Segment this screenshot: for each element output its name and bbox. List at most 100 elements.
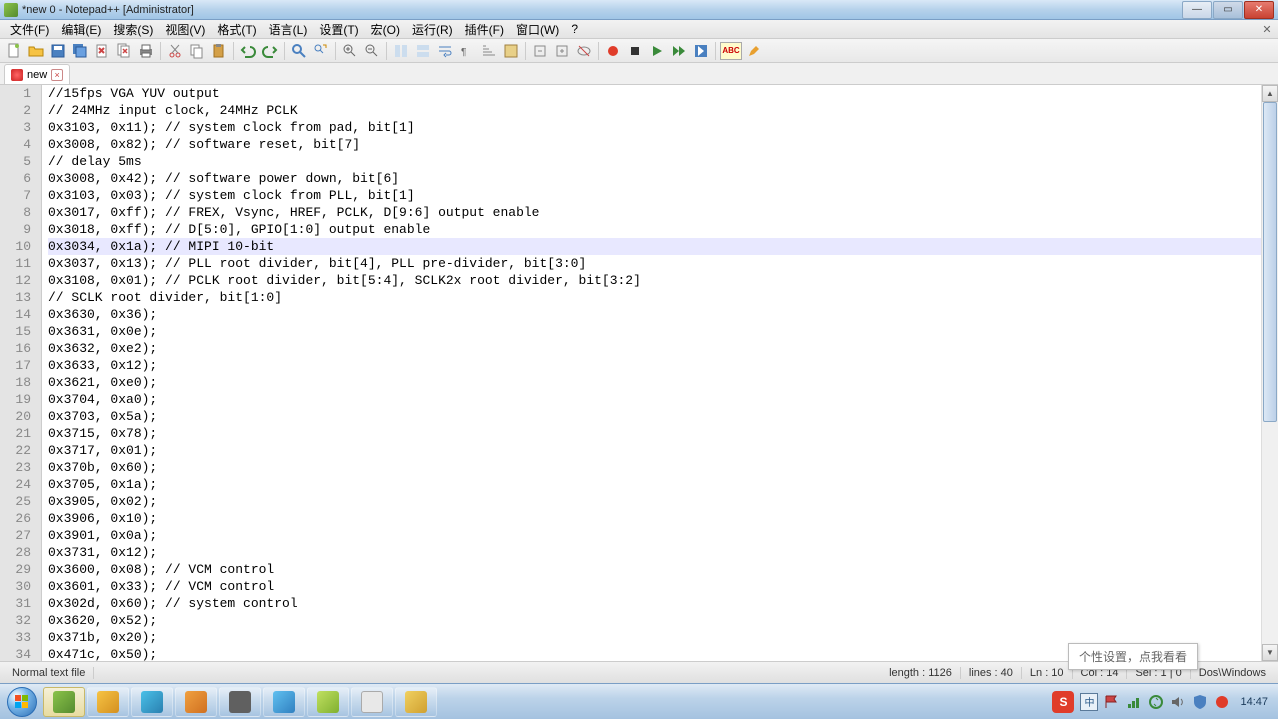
menu-edit[interactable]: 编辑(E) bbox=[55, 20, 107, 39]
code-line[interactable]: 0x3731, 0x12); bbox=[48, 544, 1261, 561]
code-line[interactable]: 0x3901, 0x0a); bbox=[48, 527, 1261, 544]
tray-sync-icon[interactable] bbox=[1148, 694, 1164, 710]
print-button[interactable] bbox=[136, 41, 156, 61]
save-macro-button[interactable] bbox=[691, 41, 711, 61]
record-button[interactable] bbox=[603, 41, 623, 61]
indent-guide-button[interactable] bbox=[479, 41, 499, 61]
code-line[interactable]: 0x3621, 0xe0); bbox=[48, 374, 1261, 391]
menu-view[interactable]: 视图(V) bbox=[159, 20, 211, 39]
menu-settings[interactable]: 设置(T) bbox=[313, 20, 364, 39]
spellcheck-button[interactable]: ABC bbox=[720, 42, 742, 60]
menu-run[interactable]: 运行(R) bbox=[406, 20, 459, 39]
stop-button[interactable] bbox=[625, 41, 645, 61]
redo-button[interactable] bbox=[260, 41, 280, 61]
code-line[interactable]: 0x3631, 0x0e); bbox=[48, 323, 1261, 340]
show-all-chars-button[interactable]: ¶ bbox=[457, 41, 477, 61]
code-line[interactable]: 0x302d, 0x60); // system control bbox=[48, 595, 1261, 612]
play-button[interactable] bbox=[647, 41, 667, 61]
code-line[interactable]: 0x3103, 0x11); // system clock from pad,… bbox=[48, 119, 1261, 136]
code-area[interactable]: //15fps VGA YUV output// 24MHz input clo… bbox=[42, 85, 1261, 661]
zoom-in-button[interactable] bbox=[340, 41, 360, 61]
sync-v-button[interactable] bbox=[391, 41, 411, 61]
paste-button[interactable] bbox=[209, 41, 229, 61]
tab-new[interactable]: new × bbox=[4, 64, 70, 84]
menu-macro[interactable]: 宏(O) bbox=[365, 20, 406, 39]
maximize-button[interactable]: ▭ bbox=[1213, 1, 1243, 19]
code-line[interactable]: 0x3630, 0x36); bbox=[48, 306, 1261, 323]
tray-volume-icon[interactable] bbox=[1170, 694, 1186, 710]
task-notepadpp[interactable] bbox=[43, 687, 85, 717]
close-button[interactable]: ✕ bbox=[1244, 1, 1274, 19]
minimize-button[interactable]: — bbox=[1182, 1, 1212, 19]
code-line[interactable]: 0x3103, 0x03); // system clock from PLL,… bbox=[48, 187, 1261, 204]
settings-tooltip[interactable]: 个性设置，点我看看 bbox=[1068, 643, 1198, 670]
code-line[interactable]: 0x3715, 0x78); bbox=[48, 425, 1261, 442]
tray-network-icon[interactable] bbox=[1126, 694, 1142, 710]
code-line[interactable]: 0x3017, 0xff); // FREX, Vsync, HREF, PCL… bbox=[48, 204, 1261, 221]
task-app-2[interactable] bbox=[175, 687, 217, 717]
close-all-button[interactable] bbox=[114, 41, 134, 61]
code-line[interactable]: 0x3905, 0x02); bbox=[48, 493, 1261, 510]
start-button[interactable] bbox=[2, 686, 42, 718]
code-line[interactable]: 0x3632, 0xe2); bbox=[48, 340, 1261, 357]
hide-lines-button[interactable] bbox=[574, 41, 594, 61]
menu-help[interactable]: ? bbox=[565, 21, 584, 37]
sync-h-button[interactable] bbox=[413, 41, 433, 61]
word-wrap-button[interactable] bbox=[435, 41, 455, 61]
task-app-7[interactable] bbox=[395, 687, 437, 717]
task-app-3[interactable] bbox=[219, 687, 261, 717]
menu-language[interactable]: 语言(L) bbox=[263, 20, 314, 39]
tray-clock[interactable]: 14:47 bbox=[1236, 696, 1272, 708]
menu-window[interactable]: 窗口(W) bbox=[510, 20, 565, 39]
code-line[interactable]: 0x3018, 0xff); // D[5:0], GPIO[1:0] outp… bbox=[48, 221, 1261, 238]
ime-sogou-icon[interactable]: S bbox=[1052, 691, 1074, 713]
code-line[interactable]: 0x3620, 0x52); bbox=[48, 612, 1261, 629]
code-line[interactable]: 0x3633, 0x12); bbox=[48, 357, 1261, 374]
ime-chinese-icon[interactable]: 中 bbox=[1080, 693, 1098, 711]
code-line[interactable]: 0x3704, 0xa0); bbox=[48, 391, 1261, 408]
cut-button[interactable] bbox=[165, 41, 185, 61]
tray-flag-icon[interactable] bbox=[1104, 694, 1120, 710]
scroll-up-icon[interactable]: ▲ bbox=[1262, 85, 1278, 102]
code-line[interactable]: 0x370b, 0x60); bbox=[48, 459, 1261, 476]
menu-format[interactable]: 格式(T) bbox=[211, 20, 262, 39]
scroll-thumb[interactable] bbox=[1263, 102, 1277, 422]
vertical-scrollbar[interactable]: ▲ ▼ bbox=[1261, 85, 1278, 661]
code-line[interactable]: 0x3034, 0x1a); // MIPI 10-bit bbox=[48, 238, 1261, 255]
open-button[interactable] bbox=[26, 41, 46, 61]
code-line[interactable]: 0x3705, 0x1a); bbox=[48, 476, 1261, 493]
task-app-4[interactable] bbox=[263, 687, 305, 717]
task-explorer[interactable] bbox=[87, 687, 129, 717]
find-button[interactable] bbox=[289, 41, 309, 61]
replace-button[interactable] bbox=[311, 41, 331, 61]
undo-button[interactable] bbox=[238, 41, 258, 61]
code-line[interactable]: // 24MHz input clock, 24MHz PCLK bbox=[48, 102, 1261, 119]
save-all-button[interactable] bbox=[70, 41, 90, 61]
fold-all-button[interactable] bbox=[530, 41, 550, 61]
task-app-5[interactable] bbox=[307, 687, 349, 717]
launch-button[interactable] bbox=[744, 41, 764, 61]
code-line[interactable]: 0x3717, 0x01); bbox=[48, 442, 1261, 459]
code-line[interactable]: 0x3037, 0x13); // PLL root divider, bit[… bbox=[48, 255, 1261, 272]
menu-plugins[interactable]: 插件(F) bbox=[459, 20, 510, 39]
code-line[interactable]: // SCLK root divider, bit[1:0] bbox=[48, 289, 1261, 306]
zoom-out-button[interactable] bbox=[362, 41, 382, 61]
unfold-all-button[interactable] bbox=[552, 41, 572, 61]
menu-file[interactable]: 文件(F) bbox=[4, 20, 55, 39]
tray-extra-icon[interactable] bbox=[1214, 694, 1230, 710]
scroll-down-icon[interactable]: ▼ bbox=[1262, 644, 1278, 661]
play-multi-button[interactable] bbox=[669, 41, 689, 61]
tab-close-icon[interactable]: × bbox=[51, 69, 63, 81]
menu-search[interactable]: 搜索(S) bbox=[107, 20, 159, 39]
code-line[interactable]: 0x3906, 0x10); bbox=[48, 510, 1261, 527]
user-lang-button[interactable] bbox=[501, 41, 521, 61]
code-line[interactable]: 0x3601, 0x33); // VCM control bbox=[48, 578, 1261, 595]
task-app-6[interactable] bbox=[351, 687, 393, 717]
tray-antivirus-icon[interactable] bbox=[1192, 694, 1208, 710]
close-file-button[interactable] bbox=[92, 41, 112, 61]
code-line[interactable]: 0x3108, 0x01); // PCLK root divider, bit… bbox=[48, 272, 1261, 289]
code-line[interactable]: 0x3703, 0x5a); bbox=[48, 408, 1261, 425]
save-button[interactable] bbox=[48, 41, 68, 61]
code-line[interactable]: 0x3600, 0x08); // VCM control bbox=[48, 561, 1261, 578]
task-app-1[interactable] bbox=[131, 687, 173, 717]
